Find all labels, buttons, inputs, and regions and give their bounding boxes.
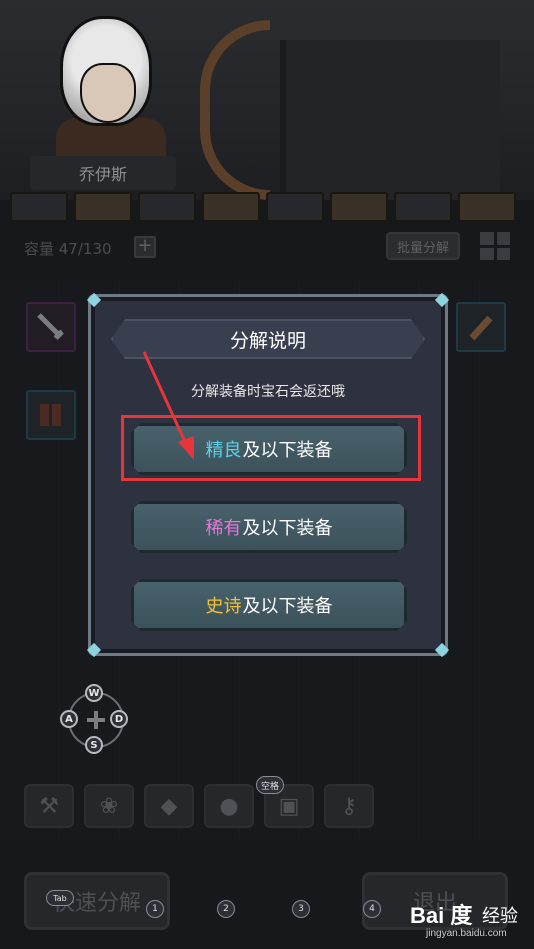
sword-icon (37, 313, 64, 340)
hero-portrait (48, 8, 168, 178)
quality-label: 稀有 (205, 518, 242, 539)
material-tool-button[interactable]: ● (204, 784, 254, 828)
key-tool-button[interactable]: ⚷ (324, 784, 374, 828)
tab-hint-badge: Tab (46, 890, 74, 906)
hotkey-badge: 3 (292, 900, 310, 918)
dpad-cross-icon (87, 711, 105, 729)
dpad-key-left[interactable]: A (60, 710, 78, 728)
hammer-icon: ⚒ (39, 793, 59, 819)
inventory-slot-boots[interactable] (26, 390, 76, 440)
watermark-url: jingyan.baidu.com (426, 928, 507, 939)
dpad-key-down[interactable]: S (85, 736, 103, 754)
option-rest: 及以下装备 (242, 596, 333, 617)
hammer-tool-button[interactable]: ⚒ (24, 784, 74, 828)
background-shelf (280, 40, 500, 200)
grid-view-icon[interactable] (480, 232, 510, 260)
bow-decoration (200, 20, 270, 200)
boots-icon (40, 404, 61, 426)
baidu-watermark: Bai 度 经验 jingyan.baidu.com (404, 888, 524, 944)
batch-decompose-button[interactable]: 批量分解 (386, 232, 460, 260)
capacity-label: 容量 47/130 (24, 240, 112, 258)
dpad-key-up[interactable]: W (85, 684, 103, 702)
chest-icon: ▣ (278, 793, 300, 819)
decompose-epic-button[interactable]: 史诗 及以下装备 (131, 579, 407, 631)
dpad-control[interactable]: W A D S (60, 684, 132, 756)
dpad-key-right[interactable]: D (110, 710, 128, 728)
gem-tool-button[interactable]: ◆ (144, 784, 194, 828)
hero-name: 乔伊斯 (30, 156, 176, 190)
key-icon: ⚷ (340, 793, 358, 819)
space-hint-badge: 空格 (256, 776, 284, 794)
watermark-brand: 经验 (482, 906, 518, 927)
hotkey-badge: 1 (146, 900, 164, 918)
inventory-slot-sword[interactable] (26, 302, 76, 352)
gem-icon: ◆ (160, 793, 178, 819)
character-scene: 乔伊斯 (0, 0, 534, 200)
floor-planks (0, 192, 534, 222)
option-rest: 及以下装备 (242, 518, 333, 539)
watermark-logo: Bai 度 (410, 903, 473, 928)
decompose-rare-button[interactable]: 稀有 及以下装备 (131, 501, 407, 553)
pet-tool-button[interactable]: ❀ (84, 784, 134, 828)
inventory-slot-quiver[interactable] (456, 302, 506, 352)
quality-label: 史诗 (205, 596, 242, 617)
ore-icon: ● (219, 793, 239, 819)
paw-icon: ❀ (99, 793, 119, 819)
hotkey-badge: 2 (217, 900, 235, 918)
annotation-arrow-icon (142, 351, 194, 460)
dialog-title: 分解说明 (229, 329, 306, 352)
add-capacity-button[interactable]: + (134, 236, 156, 258)
hotkey-badge: 4 (363, 900, 381, 918)
quiver-icon (469, 315, 493, 341)
